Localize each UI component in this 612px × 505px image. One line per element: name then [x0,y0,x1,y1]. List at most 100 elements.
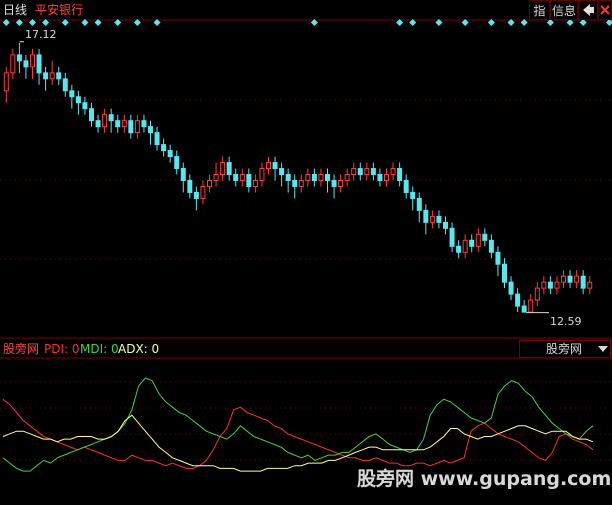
candle-body [397,168,403,181]
candle-body [102,114,108,128]
indicator-select[interactable]: 股旁网 [519,340,611,358]
candle-body [233,174,239,181]
candle-body [298,179,304,187]
candle-body [547,281,553,289]
candle-body [62,78,68,92]
candle-body [567,275,573,283]
close-button[interactable] [598,0,612,20]
stock-name: 平安银行 [35,3,84,17]
info-button[interactable]: 信息 [550,0,578,20]
candle-body [515,293,521,307]
candle-body [3,72,9,92]
indicator-name: 股旁网 [3,342,40,356]
candlestick-series [3,42,593,313]
candle-body [416,197,422,211]
pdi-line [2,398,594,469]
nav-button[interactable] [578,0,598,20]
watermark: 股旁网 www.gupang.com [357,468,612,490]
arrow-left-icon [583,4,594,16]
candle-body [469,239,475,247]
candle-body [318,174,324,181]
candle-body [449,227,455,247]
candle-body [226,162,232,176]
candle-body [305,174,311,181]
candle-body [16,54,22,62]
info-button-label: 信息 [551,3,576,18]
index-button[interactable]: 指 [529,0,550,20]
candle-body [377,174,383,181]
candle-body [200,185,206,199]
candle-body [128,120,134,134]
candle-body [561,275,566,283]
close-icon [600,5,610,15]
candle-body [75,96,81,104]
candle-body [534,287,540,301]
candle-body [311,174,317,181]
mdi-value: MDI: 0 [80,342,119,356]
candle-body [154,132,160,146]
candle-body [482,233,488,241]
candle-body [364,168,370,176]
candle-body [141,120,147,128]
candle-body [331,179,337,187]
candle-body [121,120,127,128]
candle-body [23,60,29,68]
candle-body [370,168,376,176]
candle-body [357,168,363,176]
candle-body [508,281,514,295]
candle-body [193,191,199,199]
candle-body [252,179,258,187]
candle-body [213,174,219,181]
adx-value: ADX: 0 [118,342,160,356]
candle-body [541,281,547,289]
low-price-label: 12.59 [550,315,582,328]
candle-body [259,168,265,181]
candle-body [390,168,396,176]
index-button-label: 指 [533,3,546,18]
adx-line [2,414,594,472]
candle-body [429,215,435,223]
candle-body [443,221,448,229]
candle-body [82,102,88,110]
candle-body [180,168,186,181]
candle-body [174,156,180,170]
candle-body [239,174,245,181]
candle-body [115,120,121,128]
candle-body [351,168,357,176]
chevron-down-icon [598,346,608,352]
candle-body [266,162,271,170]
candle-body [403,179,409,193]
indicator-select-label: 股旁网 [546,342,583,356]
candle-body [36,54,42,74]
candle-body [554,281,560,289]
candle-body [108,114,114,122]
pdi-value: PDI: 0 [44,342,80,356]
candle-body [148,126,153,134]
candle-body [69,90,75,98]
candle-body [410,191,416,199]
candle-body [285,174,291,181]
candle-body [134,120,140,134]
candle-body [574,275,580,283]
candle-body [338,179,344,187]
candle-body [49,72,55,80]
candle-body [488,239,494,253]
candle-body [436,215,442,223]
candle-body [292,179,298,187]
candle-body [187,179,193,193]
candle-body [495,251,501,265]
candle-body [246,174,252,187]
candle-body [56,72,62,80]
candle-body [279,168,285,176]
candle-body [167,150,173,158]
candle-body [528,299,534,313]
period-label[interactable]: 日线 [3,4,27,16]
candle-body [207,179,212,187]
candle-body [423,209,429,223]
grid-lines [0,19,612,461]
candle-body [10,54,16,74]
candle-body [462,239,468,253]
candle-body [587,281,593,289]
candle-body [43,72,49,80]
indicator-lines [2,377,594,472]
